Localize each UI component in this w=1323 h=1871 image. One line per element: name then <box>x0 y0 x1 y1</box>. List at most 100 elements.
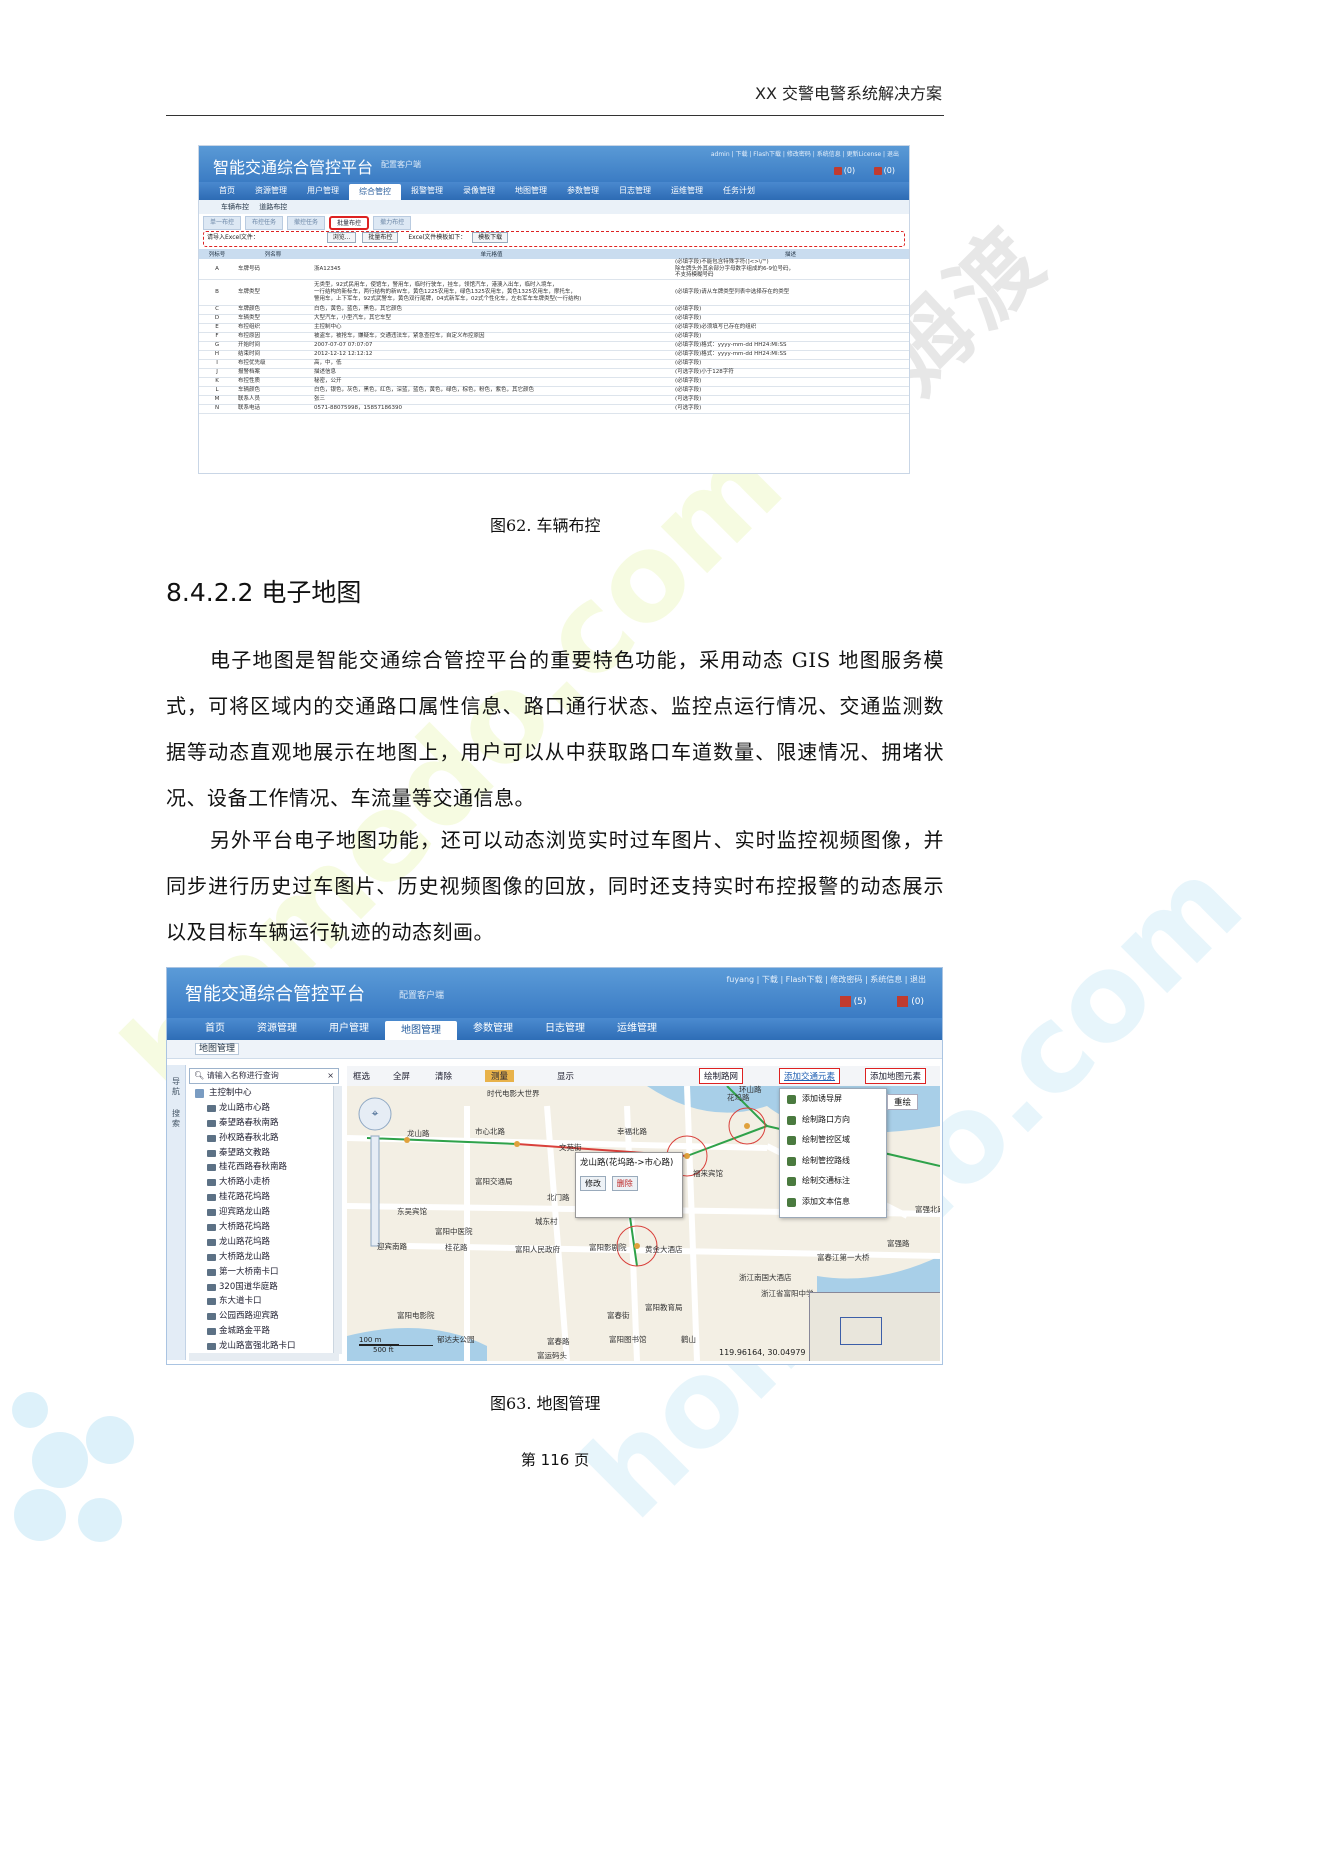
nav-item[interactable]: 综合管控 <box>349 184 401 200</box>
subnav-road-control[interactable]: 道路布控 <box>259 203 287 211</box>
clear-icon[interactable]: × <box>327 1069 334 1083</box>
control-tab[interactable]: 撤控任务 <box>287 216 326 230</box>
add-traffic-element-button[interactable]: 添加交通元素 <box>779 1068 841 1084</box>
top-links[interactable]: admin | 下载 | Flash下载 | 修改密码 | 系统信息 | 更新L… <box>711 149 899 158</box>
table-row: C 车牌颜色 白色，黄色，蓝色，黑色，其它颜色 (必填字段) <box>199 305 909 315</box>
nav-item[interactable]: 地图管理 <box>505 182 557 200</box>
overview-minimap[interactable] <box>809 1292 940 1361</box>
map-view[interactable]: 框选 全屏 清除 测量 显示 绘制路网 添加交通元素 添加地图元素 ⌖ 时代电影… <box>347 1066 940 1361</box>
tree-item[interactable]: 龙山路市心路 <box>189 1101 339 1116</box>
add-map-element-button[interactable]: 添加地图元素 <box>865 1068 927 1084</box>
subnav-vehicle-control[interactable]: 车辆布控 <box>221 203 249 211</box>
menu-item[interactable]: 绘制路口方向 <box>780 1110 886 1131</box>
tree-search-input[interactable]: 🔍︎ 请输入名称进行查询 × <box>189 1068 339 1084</box>
menu-item[interactable]: 绘制交通标注 <box>780 1171 886 1192</box>
alarm-indicator-b[interactable]: (0) <box>897 996 924 1007</box>
tree-item[interactable]: 大桥路龙山路 <box>189 1250 339 1265</box>
tree-item[interactable]: 大桥路小走桥 <box>189 1175 339 1190</box>
nav-item[interactable]: 日志管理 <box>529 1018 601 1040</box>
control-tab[interactable]: 撤力布控 <box>373 216 412 230</box>
select-tool[interactable]: 框选 <box>353 1070 370 1082</box>
table-cell-desc: (必填字段)格式：yyyy-mm-dd HH24:MI:SS <box>672 341 909 351</box>
table-cell-value: 2007-07-07 07:07:07 <box>311 341 672 351</box>
tree-item[interactable]: 秦望路春秋南路 <box>189 1116 339 1131</box>
nav-item[interactable]: 报警管理 <box>401 182 453 200</box>
alarm-indicator-a[interactable]: (5) <box>839 996 866 1007</box>
popup-delete-button[interactable]: 删除 <box>611 1176 638 1191</box>
nav-item[interactable]: 运维管理 <box>601 1018 673 1040</box>
nav-item[interactable]: 任务计划 <box>713 182 765 200</box>
tree-item[interactable]: 公园西路迎宾路 <box>189 1309 339 1324</box>
menu-item[interactable]: 绘制管控路线 <box>780 1151 886 1172</box>
alarm-indicator-b[interactable]: (0) <box>873 166 895 175</box>
tree-item[interactable]: 迎宾路龙山路 <box>189 1205 339 1220</box>
batch-control-button[interactable]: 批量布控 <box>362 232 399 243</box>
control-tab[interactable]: 批量布控 <box>329 216 370 230</box>
page-number: 第 116 页 <box>520 1451 590 1469</box>
nav-item[interactable]: 录像管理 <box>453 182 505 200</box>
top-links[interactable]: fuyang | 下载 | Flash下载 | 修改密码 | 系统信息 | 退出 <box>726 974 926 985</box>
tree-item[interactable]: 东大道卡口 <box>189 1294 339 1309</box>
template-download-button[interactable]: 模板下载 <box>472 232 509 243</box>
popup-edit-button[interactable]: 修改 <box>580 1176 606 1191</box>
fullscreen-tool[interactable]: 全屏 <box>393 1070 410 1082</box>
alarm-indicators: (5) (0) <box>812 996 924 1007</box>
side-tab-nav[interactable]: 导航 <box>171 1077 181 1097</box>
map-label: 东吴宾馆 <box>397 1207 427 1216</box>
alarm-indicator-a[interactable]: (0) <box>833 166 855 175</box>
map-label: 富阳交通局 <box>475 1177 513 1186</box>
menu-item[interactable]: 绘制管控区域 <box>780 1130 886 1151</box>
nav-item[interactable]: 资源管理 <box>245 182 297 200</box>
table-cell-id: B <box>199 279 235 306</box>
nav-item[interactable]: 资源管理 <box>241 1018 313 1040</box>
subnav-map-management[interactable]: 地图管理 <box>195 1043 240 1055</box>
tree-horizontal-scrollbar[interactable] <box>189 1353 339 1361</box>
menu-item[interactable]: 添加文本信息 <box>780 1192 886 1213</box>
table-cell-id: E <box>199 323 235 333</box>
import-label: 请导入Excel文件： <box>207 234 259 241</box>
menu-item[interactable]: 添加诱导屏 <box>780 1089 886 1110</box>
nav-item[interactable]: 用户管理 <box>297 182 349 200</box>
tree-item[interactable]: 桂花路花坞路 <box>189 1190 339 1205</box>
clear-tool[interactable]: 清除 <box>435 1070 452 1082</box>
browse-button[interactable]: 浏览... <box>326 232 357 243</box>
table-row: N 联系电话 0571-88075998，15857186390 (可选字段) <box>199 404 909 414</box>
paragraph-2: 另外平台电子地图功能，还可以动态浏览实时过车图片、实时监控视频图像，并同步进行历… <box>166 828 944 944</box>
nav-item[interactable]: 参数管理 <box>557 182 609 200</box>
tree-root[interactable]: 主控制中心 <box>189 1086 339 1101</box>
table-header-cell: 列名称 <box>235 249 311 259</box>
tree-item[interactable]: 龙山路花坞路 <box>189 1235 339 1250</box>
minimap-viewport[interactable] <box>840 1317 882 1345</box>
control-tab[interactable]: 布控任务 <box>245 216 284 230</box>
nav-item[interactable]: 用户管理 <box>313 1018 385 1040</box>
table-cell-desc: (必填字段) <box>672 386 909 396</box>
nav-item[interactable]: 日志管理 <box>609 182 661 200</box>
tree-item[interactable]: 金城路金平路 <box>189 1324 339 1339</box>
tree-item[interactable]: 桂花西路春秋南路 <box>189 1160 339 1175</box>
tree-item[interactable]: 孙权路春秋北路 <box>189 1131 339 1146</box>
nav-item[interactable]: 首页 <box>189 1018 241 1040</box>
nav-item[interactable]: 参数管理 <box>457 1018 529 1040</box>
zoom-control-icon[interactable]: ⌖ <box>365 1106 385 1126</box>
nav-item[interactable]: 首页 <box>209 182 245 200</box>
table-row: D 车辆类型 大型汽车，小型汽车，其它车型 (必填字段) <box>199 314 909 324</box>
measure-tool[interactable]: 测量 <box>485 1070 515 1082</box>
nav-item[interactable]: 运维管理 <box>661 182 713 200</box>
display-tool[interactable]: 显示 <box>557 1070 574 1082</box>
side-tab-search[interactable]: 搜索 <box>171 1109 181 1129</box>
tree-item[interactable]: 龙山路富强北路卡口 <box>189 1339 339 1354</box>
device-tree: 主控制中心 龙山路市心路 秦望路春秋南路 孙权路春秋北路 秦望路文教路 桂花西路春秋南路大… <box>189 1086 339 1354</box>
table-cell-id: C <box>199 305 235 315</box>
tree-item[interactable]: 大桥路花坞路 <box>189 1220 339 1235</box>
table-cell-id: N <box>199 404 235 414</box>
table-cell-name: 布控原因 <box>235 332 311 342</box>
draw-network-button[interactable]: 绘制路网 <box>699 1068 744 1084</box>
table-cell-id: K <box>199 377 235 387</box>
tree-vertical-scrollbar[interactable] <box>333 1086 342 1354</box>
redraw-button[interactable]: 重绘 <box>887 1094 919 1110</box>
nav-item[interactable]: 地图管理 <box>385 1021 457 1040</box>
tree-item[interactable]: 320国道华庭路 <box>189 1280 339 1295</box>
tree-item[interactable]: 秦望路文教路 <box>189 1146 339 1161</box>
control-tab[interactable]: 单一布控 <box>203 216 242 230</box>
tree-item[interactable]: 第一大桥南卡口 <box>189 1265 339 1280</box>
